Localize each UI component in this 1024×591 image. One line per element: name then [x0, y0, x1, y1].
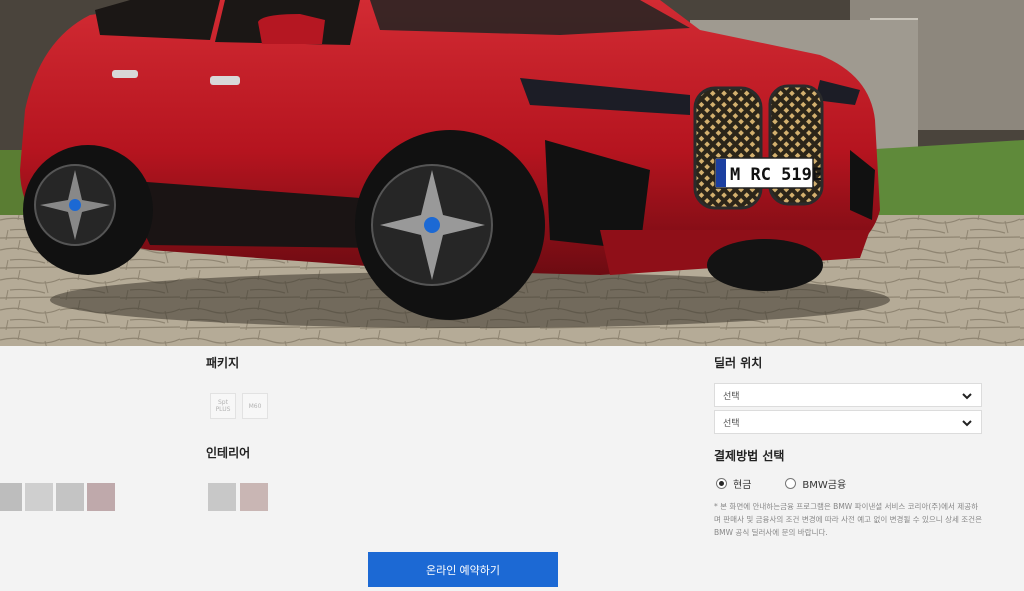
dealer-select-1-value: 선택 [723, 391, 740, 402]
dealer-select-2-value: 선택 [723, 418, 740, 429]
car-illustration: M RC 519E [0, 0, 1024, 346]
package-option-line2: PLUS [215, 406, 231, 413]
interior-title: 인테리어 [206, 446, 251, 460]
payment-option-label: 현금 [733, 480, 752, 491]
chevron-down-icon [962, 420, 972, 427]
payment-option-bmw-finance[interactable]: BMW금융 [785, 476, 846, 491]
exterior-swatch[interactable] [56, 483, 84, 511]
radio-unselected-icon[interactable] [785, 478, 797, 489]
interior-swatch[interactable] [208, 483, 236, 511]
payment-option-cash[interactable]: 현금 [716, 476, 751, 491]
online-reservation-button[interactable]: 온라인 예약하기 [368, 552, 558, 587]
payment-option-label: BMW금융 [802, 480, 847, 491]
interior-swatches [208, 483, 268, 511]
front-wheel-icon [355, 130, 545, 320]
dealer-location-title: 딜러 위치 [714, 356, 763, 370]
package-option-line1: M60 [248, 402, 262, 410]
exterior-swatch[interactable] [0, 483, 22, 511]
hero-car-image: M RC 519E [0, 0, 1024, 346]
rear-wheel-icon [23, 145, 153, 275]
package-options: Spt PLUS M60 [210, 393, 268, 419]
package-option-spt-plus[interactable]: Spt PLUS [210, 393, 236, 419]
interior-swatch[interactable] [240, 483, 268, 511]
dealer-select-2[interactable]: 선택 [714, 410, 982, 434]
package-option-line1: Spt [218, 399, 228, 406]
payment-method-options: 현금 BMW금융 [716, 476, 846, 491]
exterior-swatches [0, 483, 115, 511]
finance-disclaimer: * 본 화면에 안내하는금융 프로그램은 BMW 파이낸셜 서비스 코리아(주)… [714, 502, 982, 537]
exterior-swatch[interactable] [87, 483, 115, 511]
exterior-swatch[interactable] [25, 483, 53, 511]
radio-selected-icon[interactable] [716, 478, 727, 489]
chevron-down-icon [962, 393, 972, 400]
dealer-select-1[interactable]: 선택 [714, 383, 982, 407]
license-plate-text: M RC 519E [730, 165, 822, 185]
package-option-m60[interactable]: M60 [242, 393, 268, 419]
payment-method-title: 결제방법 선택 [714, 449, 785, 463]
package-title: 패키지 [206, 356, 240, 370]
